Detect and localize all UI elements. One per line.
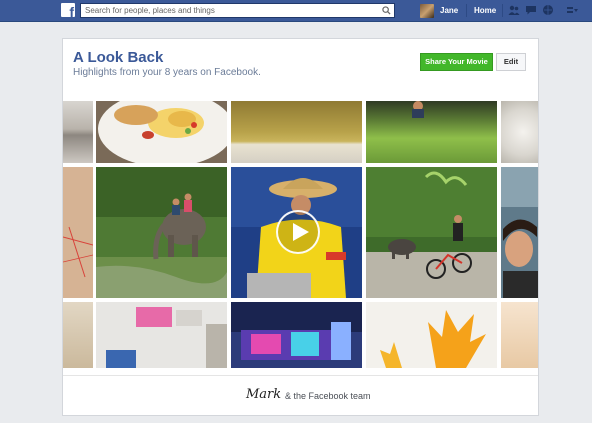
signature-mark: Mark bbox=[246, 387, 282, 402]
photo-wood-edge[interactable] bbox=[63, 302, 93, 368]
photo-red-string[interactable] bbox=[63, 167, 93, 298]
photo-garden-person[interactable] bbox=[366, 101, 497, 163]
avatar bbox=[420, 3, 434, 18]
share-movie-button[interactable]: Share Your Movie bbox=[420, 53, 493, 71]
footer-divider bbox=[63, 375, 538, 376]
photo-cyclist-buffalo[interactable] bbox=[366, 167, 497, 298]
photo-orange-flowers[interactable] bbox=[366, 302, 497, 368]
team-text: & the Facebook team bbox=[285, 391, 371, 401]
nav-divider bbox=[502, 4, 503, 17]
play-video-button[interactable] bbox=[276, 210, 320, 254]
notifications-icon[interactable] bbox=[542, 4, 554, 16]
home-link[interactable]: Home bbox=[474, 6, 496, 15]
photo-woman-portrait[interactable] bbox=[501, 167, 538, 298]
photo-peach-edge[interactable] bbox=[501, 302, 538, 368]
facebook-logo-icon[interactable]: f bbox=[61, 3, 75, 19]
nav-divider bbox=[466, 4, 467, 17]
photo-led-display[interactable] bbox=[231, 302, 362, 368]
friend-requests-icon[interactable] bbox=[508, 4, 520, 16]
settings-icon[interactable] bbox=[566, 4, 578, 16]
page-subtitle: Highlights from your 8 years on Facebook… bbox=[73, 67, 261, 78]
photo-breakfast-plate[interactable] bbox=[96, 101, 227, 163]
look-back-card: A Look Back Highlights from your 8 years… bbox=[62, 38, 539, 416]
search-icon[interactable] bbox=[382, 6, 391, 15]
edit-button[interactable]: Edit bbox=[496, 53, 526, 71]
top-navigation-bar: f Search for people, places and things J… bbox=[0, 0, 592, 22]
photo-grass-field[interactable] bbox=[231, 101, 362, 163]
user-name: Jane bbox=[440, 6, 459, 15]
page-title: A Look Back bbox=[73, 49, 164, 66]
play-icon bbox=[293, 223, 309, 241]
search-input[interactable]: Search for people, places and things bbox=[80, 3, 395, 18]
photo-cooking-video[interactable] bbox=[231, 167, 362, 298]
photo-elephant-ride[interactable] bbox=[96, 167, 227, 298]
messages-icon[interactable] bbox=[525, 4, 537, 16]
photo-grid bbox=[63, 101, 538, 368]
photo-flower-edge[interactable] bbox=[501, 101, 538, 163]
search-placeholder: Search for people, places and things bbox=[85, 6, 215, 15]
photo-plate-edge[interactable] bbox=[63, 101, 93, 163]
photo-desk-items[interactable] bbox=[96, 302, 227, 368]
profile-link[interactable]: Jane bbox=[420, 3, 458, 18]
